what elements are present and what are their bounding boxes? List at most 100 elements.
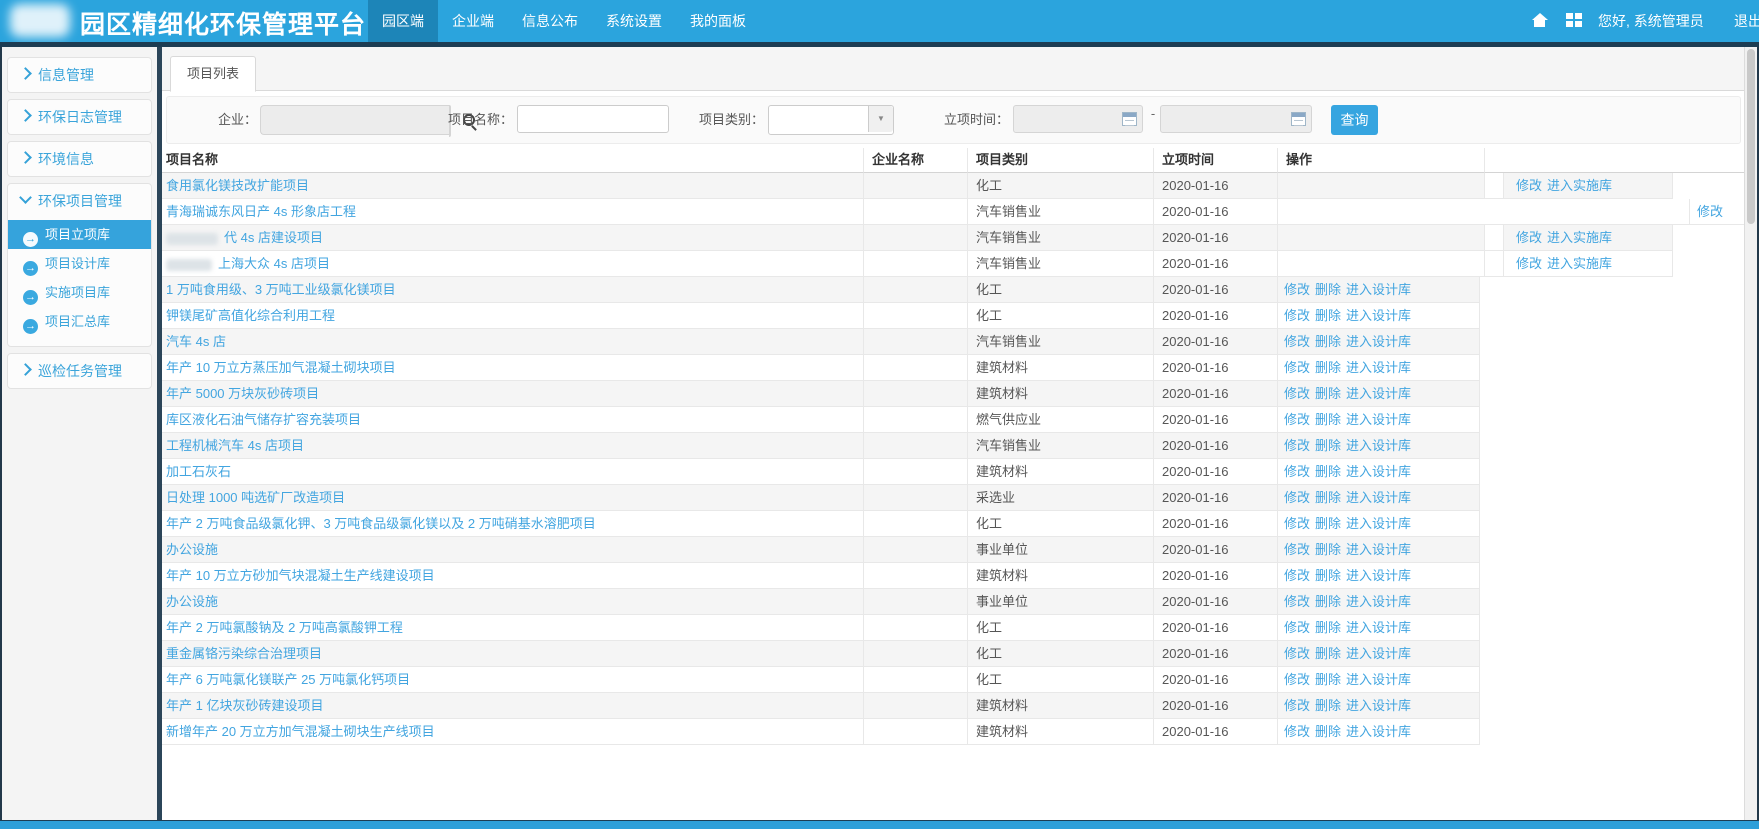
action-link-进入设计库[interactable]: 进入设计库 [1346, 360, 1411, 375]
logout-link[interactable]: 退出 [1734, 0, 1759, 42]
action-link-删除[interactable]: 删除 [1315, 386, 1341, 401]
action-link-进入设计库[interactable]: 进入设计库 [1346, 542, 1411, 557]
action-link-进入设计库[interactable]: 进入设计库 [1346, 308, 1411, 323]
project-name-link[interactable]: 工程机械汽车 4s 店项目 [166, 438, 304, 453]
sidebar-item-实施项目库[interactable]: →实施项目库 [8, 278, 151, 307]
tab-project-list[interactable]: 项目列表 [170, 56, 256, 92]
apps-grid-icon[interactable] [1566, 13, 1581, 27]
project-name-link[interactable]: 年产 10 万立方蒸压加气混凝土砌块项目 [166, 360, 396, 375]
project-name-link[interactable]: 上海大众 4s 店项目 [218, 256, 330, 271]
project-name-link[interactable]: 年产 5000 万块灰砂砖项目 [166, 386, 319, 401]
action-link-修改[interactable]: 修改 [1284, 646, 1310, 661]
sidebar-item-项目汇总库[interactable]: →项目汇总库 [8, 307, 151, 336]
action-link-进入实施库[interactable]: 进入实施库 [1547, 256, 1612, 271]
action-link-进入实施库[interactable]: 进入实施库 [1547, 178, 1612, 193]
action-link-删除[interactable]: 删除 [1315, 308, 1341, 323]
date-start-input[interactable] [1013, 105, 1143, 133]
action-link-修改[interactable]: 修改 [1284, 542, 1310, 557]
action-link-修改[interactable]: 修改 [1284, 516, 1310, 531]
action-link-删除[interactable]: 删除 [1315, 620, 1341, 635]
action-link-修改[interactable]: 修改 [1284, 282, 1310, 297]
action-link-修改[interactable]: 修改 [1284, 568, 1310, 583]
action-link-删除[interactable]: 删除 [1315, 516, 1341, 531]
action-link-删除[interactable]: 删除 [1315, 542, 1341, 557]
action-link-删除[interactable]: 删除 [1315, 334, 1341, 349]
action-link-修改[interactable]: 修改 [1284, 594, 1310, 609]
action-link-进入设计库[interactable]: 进入设计库 [1346, 620, 1411, 635]
sidebar-item-项目立项库[interactable]: →项目立项库 [8, 220, 151, 249]
action-link-进入设计库[interactable]: 进入设计库 [1346, 282, 1411, 297]
project-name-link[interactable]: 年产 10 万立方砂加气块混凝土生产线建设项目 [166, 568, 435, 583]
project-name-link[interactable]: 年产 2 万吨氯酸钠及 2 万吨高氯酸钾工程 [166, 620, 403, 635]
action-link-删除[interactable]: 删除 [1315, 568, 1341, 583]
action-link-删除[interactable]: 删除 [1315, 438, 1341, 453]
action-link-修改[interactable]: 修改 [1284, 724, 1310, 739]
project-name-link[interactable]: 食用氯化镁技改扩能项目 [166, 178, 309, 193]
nav-item-我的面板[interactable]: 我的面板 [676, 0, 760, 42]
action-link-删除[interactable]: 删除 [1315, 672, 1341, 687]
nav-item-企业端[interactable]: 企业端 [438, 0, 508, 42]
action-link-删除[interactable]: 删除 [1315, 646, 1341, 661]
company-search-input[interactable] [260, 105, 449, 135]
sidebar-item-项目设计库[interactable]: →项目设计库 [8, 249, 151, 278]
project-name-link[interactable]: 重金属铬污染综合治理项目 [166, 646, 322, 661]
action-link-删除[interactable]: 删除 [1315, 282, 1341, 297]
project-name-link[interactable]: 办公设施 [166, 542, 218, 557]
sidebar-group-环保日志管理[interactable]: 环保日志管理 [8, 100, 151, 134]
date-end-input[interactable] [1160, 105, 1312, 133]
action-link-进入设计库[interactable]: 进入设计库 [1346, 516, 1411, 531]
action-link-删除[interactable]: 删除 [1315, 698, 1341, 713]
category-select[interactable]: ▼ [768, 105, 894, 135]
action-link-删除[interactable]: 删除 [1315, 412, 1341, 427]
action-link-进入实施库[interactable]: 进入实施库 [1547, 230, 1612, 245]
action-link-修改[interactable]: 修改 [1284, 308, 1310, 323]
nav-item-信息公布[interactable]: 信息公布 [508, 0, 592, 42]
action-link-删除[interactable]: 删除 [1315, 724, 1341, 739]
vertical-scrollbar-thumb[interactable] [1747, 49, 1755, 224]
project-name-link[interactable]: 库区液化石油气储存扩容充装项目 [166, 412, 361, 427]
action-link-修改[interactable]: 修改 [1516, 178, 1542, 193]
action-link-进入设计库[interactable]: 进入设计库 [1346, 698, 1411, 713]
project-name-link[interactable]: 年产 1 亿块灰砂砖建设项目 [166, 698, 323, 713]
nav-item-系统设置[interactable]: 系统设置 [592, 0, 676, 42]
project-name-link[interactable]: 年产 6 万吨氯化镁联产 25 万吨氯化钙项目 [166, 672, 410, 687]
action-link-进入设计库[interactable]: 进入设计库 [1346, 386, 1411, 401]
project-name-link[interactable]: 新增年产 20 万立方加气混凝土砌块生产线项目 [166, 724, 435, 739]
project-name-link[interactable]: 办公设施 [166, 594, 218, 609]
action-link-修改[interactable]: 修改 [1284, 360, 1310, 375]
project-name-link[interactable]: 日处理 1000 吨选矿厂改造项目 [166, 490, 345, 505]
action-link-修改[interactable]: 修改 [1516, 230, 1542, 245]
project-name-link[interactable]: 钾镁尾矿高值化综合利用工程 [166, 308, 335, 323]
project-name-link[interactable]: 1 万吨食用级、3 万吨工业级氯化镁项目 [166, 282, 396, 297]
action-link-修改[interactable]: 修改 [1284, 438, 1310, 453]
action-link-删除[interactable]: 删除 [1315, 360, 1341, 375]
sidebar-group-环境信息[interactable]: 环境信息 [8, 142, 151, 176]
action-link-删除[interactable]: 删除 [1315, 594, 1341, 609]
action-link-进入设计库[interactable]: 进入设计库 [1346, 568, 1411, 583]
action-link-修改[interactable]: 修改 [1697, 204, 1723, 219]
action-link-修改[interactable]: 修改 [1284, 490, 1310, 505]
action-link-删除[interactable]: 删除 [1315, 490, 1341, 505]
action-link-进入设计库[interactable]: 进入设计库 [1346, 724, 1411, 739]
project-name-link[interactable]: 青海瑞诚东风日产 4s 形象店工程 [166, 204, 356, 219]
action-link-进入设计库[interactable]: 进入设计库 [1346, 438, 1411, 453]
vertical-scrollbar-track[interactable] [1744, 47, 1757, 820]
action-link-修改[interactable]: 修改 [1284, 334, 1310, 349]
nav-item-园区端[interactable]: 园区端 [368, 0, 438, 42]
action-link-修改[interactable]: 修改 [1284, 672, 1310, 687]
action-link-进入设计库[interactable]: 进入设计库 [1346, 334, 1411, 349]
sidebar-group-信息管理[interactable]: 信息管理 [8, 58, 151, 92]
sidebar-group-巡检任务管理[interactable]: 巡检任务管理 [8, 354, 151, 388]
home-icon[interactable] [1532, 13, 1547, 27]
project-name-link[interactable]: 加工石灰石 [166, 464, 231, 479]
project-name-link[interactable]: 汽车 4s 店 [166, 334, 226, 349]
action-link-修改[interactable]: 修改 [1284, 386, 1310, 401]
action-link-修改[interactable]: 修改 [1284, 698, 1310, 713]
action-link-进入设计库[interactable]: 进入设计库 [1346, 594, 1411, 609]
project-name-input[interactable] [517, 105, 669, 133]
action-link-进入设计库[interactable]: 进入设计库 [1346, 464, 1411, 479]
action-link-进入设计库[interactable]: 进入设计库 [1346, 672, 1411, 687]
project-name-link[interactable]: 代 4s 店建设项目 [224, 230, 323, 245]
action-link-修改[interactable]: 修改 [1284, 412, 1310, 427]
action-link-修改[interactable]: 修改 [1284, 620, 1310, 635]
